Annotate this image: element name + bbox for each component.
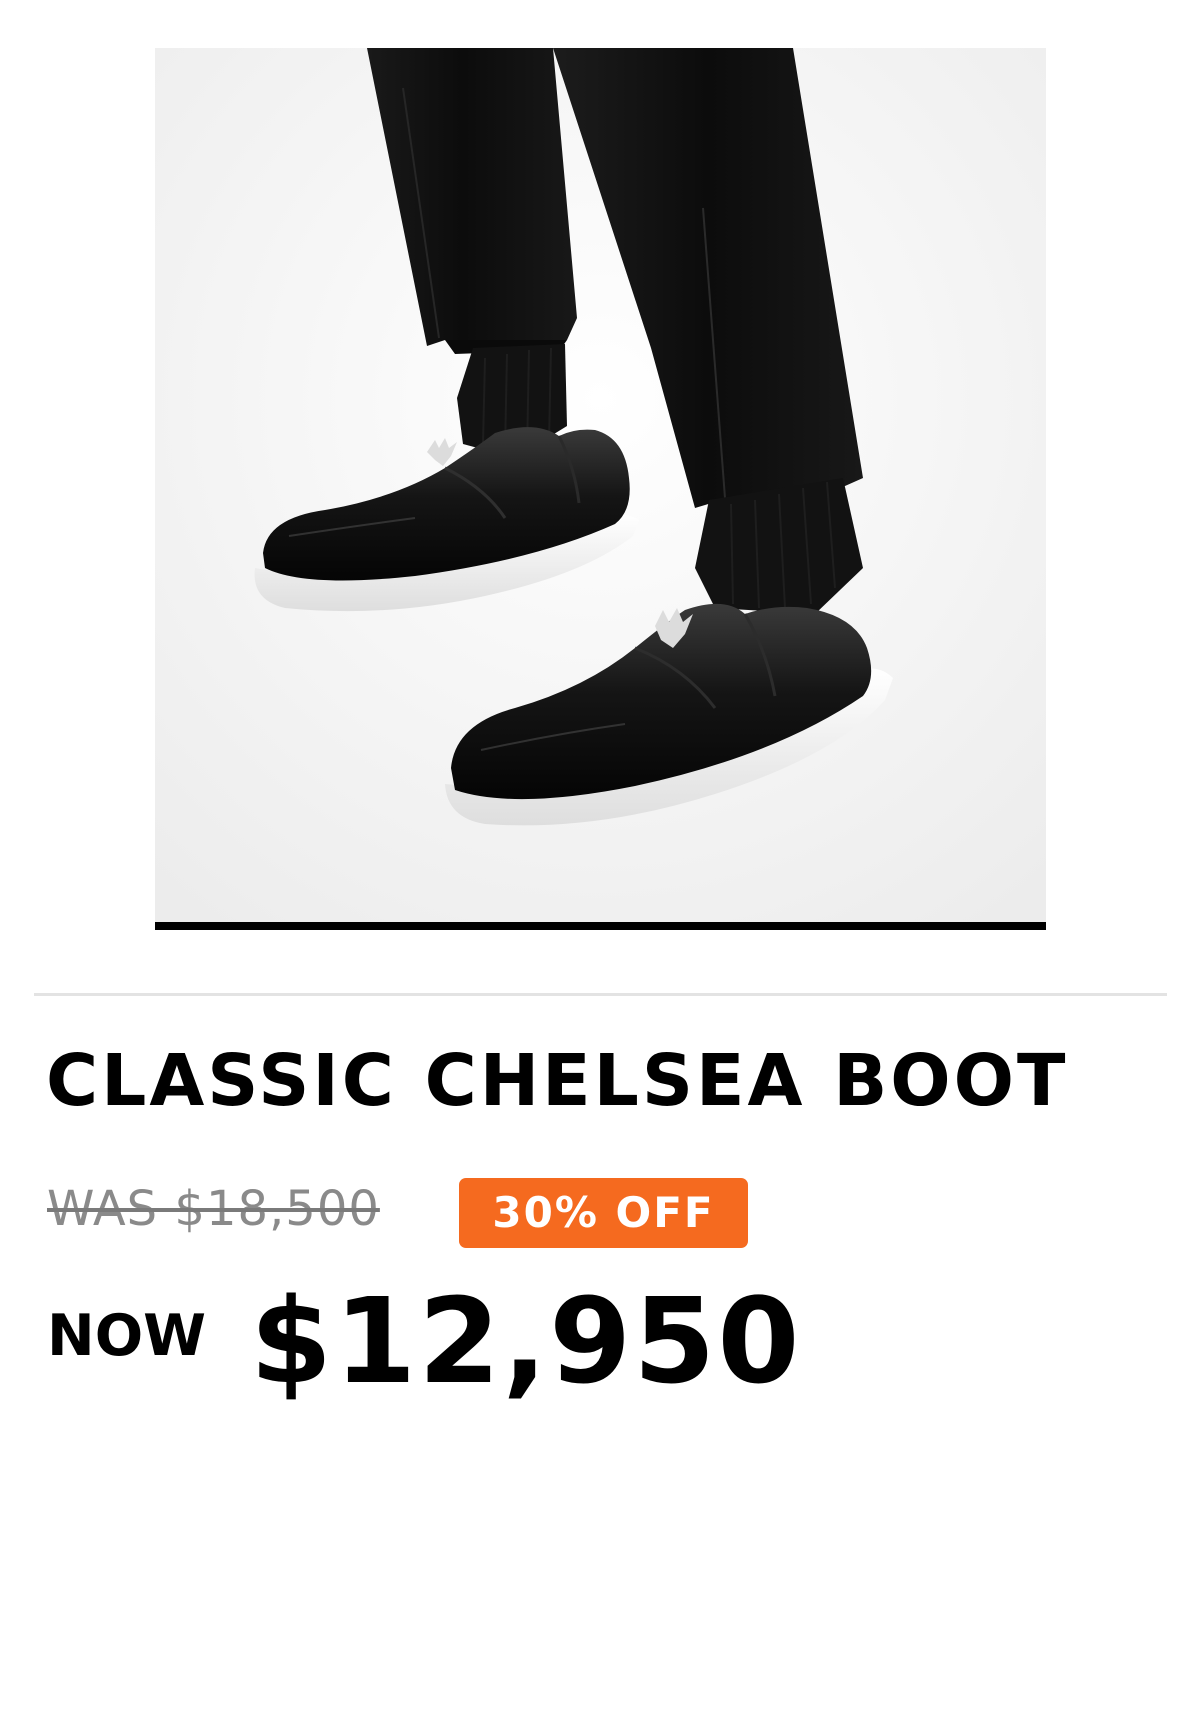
product-card: CLASSIC CHELSEA BOOT WAS $18,500 30% OFF…: [0, 0, 1200, 1733]
product-title: CLASSIC CHELSEA BOOT: [46, 1039, 1069, 1122]
original-price: WAS $18,500: [47, 1181, 380, 1237]
sale-price: $12,950: [250, 1272, 802, 1410]
discount-badge: 30% OFF: [459, 1178, 748, 1248]
shoes-photo-icon: [155, 48, 1046, 924]
image-underline: [155, 922, 1046, 930]
now-label: NOW: [47, 1303, 207, 1369]
section-divider: [34, 993, 1167, 996]
product-image[interactable]: [155, 48, 1046, 924]
discount-badge-label: 30% OFF: [492, 1188, 715, 1237]
